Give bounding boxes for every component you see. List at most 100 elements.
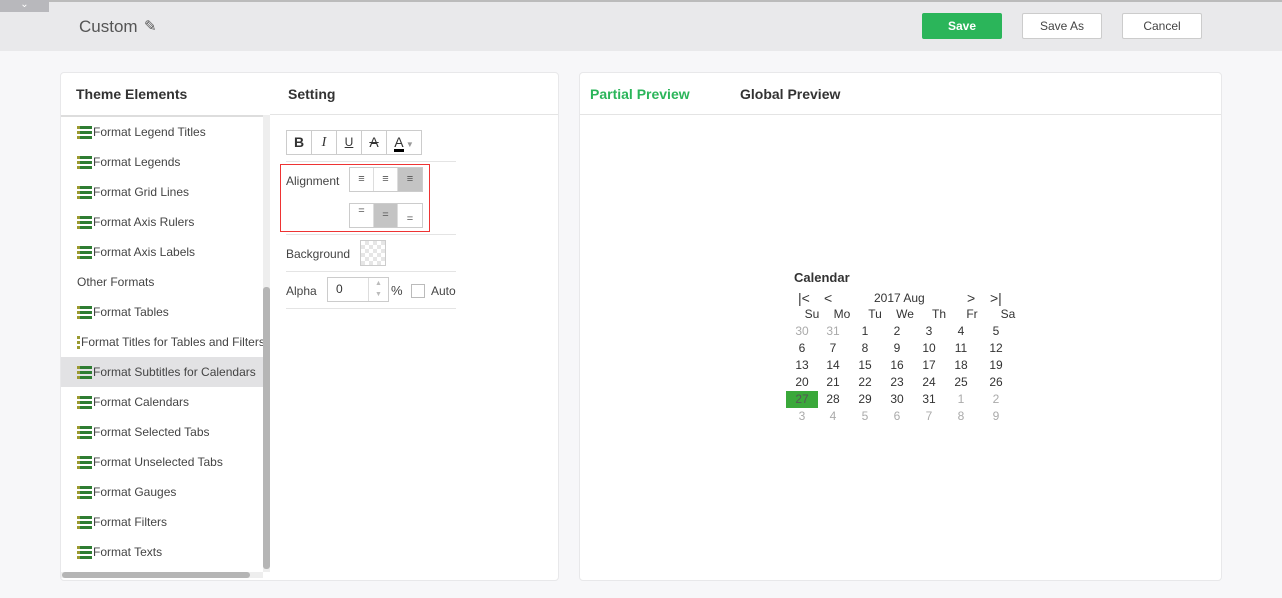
theme-element-item[interactable]: Format Selected Tabs (61, 417, 263, 447)
weekday-header: Mo (833, 307, 851, 321)
weekday-header: Th (931, 307, 946, 321)
save-as-button[interactable]: Save As (1022, 13, 1102, 39)
last-page-icon[interactable]: >| (990, 290, 1002, 306)
table-format-icon (77, 335, 80, 349)
calendar-date[interactable]: 23 (881, 374, 913, 391)
horizontal-scroll-thumb[interactable] (62, 572, 250, 578)
calendar-date[interactable]: 5 (980, 323, 1012, 340)
calendar-date[interactable]: 18 (945, 357, 977, 374)
item-label: Format Subtitles for Calendars (93, 365, 256, 379)
calendar-date[interactable]: 6 (786, 340, 818, 357)
item-label: Format Gauges (93, 485, 177, 499)
calendar-date[interactable]: 7 (817, 340, 849, 357)
calendar-date[interactable]: 25 (945, 374, 977, 391)
theme-element-item[interactable]: Format Axis Labels (61, 237, 263, 267)
calendar-date[interactable]: 16 (881, 357, 913, 374)
prev-month-icon[interactable]: < (824, 290, 832, 306)
collapse-toggle[interactable]: ⌄ (0, 0, 49, 12)
align-top-icon[interactable]: = (350, 204, 374, 227)
cancel-button[interactable]: Cancel (1122, 13, 1202, 39)
theme-element-item[interactable]: Format Tables (61, 297, 263, 327)
tab-partial-preview[interactable]: Partial Preview (590, 86, 690, 102)
calendar-date[interactable]: 10 (913, 340, 945, 357)
calendar-date[interactable]: 9 (980, 408, 1012, 425)
background-label: Background (286, 247, 351, 261)
first-page-icon[interactable]: |< (798, 290, 810, 306)
calendar-date[interactable]: 30 (881, 391, 913, 408)
vertical-scroll-thumb[interactable] (263, 287, 270, 569)
table-format-icon (77, 455, 92, 469)
theme-element-item[interactable]: Format Gauges (61, 477, 263, 507)
theme-element-item[interactable]: Format Grid Lines (61, 177, 263, 207)
theme-element-item[interactable]: Format Axis Rulers (61, 207, 263, 237)
theme-element-item[interactable]: Format Titles for Tables and Filters (61, 327, 263, 357)
theme-element-item[interactable]: Format Legends (61, 147, 263, 177)
save-button[interactable]: Save (922, 13, 1002, 39)
calendar-date[interactable]: 24 (913, 374, 945, 391)
calendar-date[interactable]: 1 (849, 323, 881, 340)
align-middle-icon[interactable]: = (374, 204, 398, 227)
calendar-date[interactable]: 31 (913, 391, 945, 408)
selected-date[interactable]: 27 (786, 391, 818, 408)
calendar-date[interactable]: 12 (980, 340, 1012, 357)
stepper-arrows-icon[interactable]: ▲ ▼ (368, 278, 388, 301)
alpha-stepper[interactable]: 0 ▲ ▼ (327, 277, 389, 302)
calendar-date[interactable]: 14 (817, 357, 849, 374)
item-label: Format Texts (93, 545, 163, 559)
bold-button[interactable]: B (287, 131, 312, 154)
caret-down-icon: ▼ (403, 140, 414, 149)
italic-button[interactable]: I (312, 131, 337, 154)
theme-element-item[interactable]: Format Calendars (61, 387, 263, 417)
underline-button[interactable]: U (337, 131, 362, 154)
pencil-icon[interactable]: ✎ (144, 17, 157, 35)
calendar-date[interactable]: 22 (849, 374, 881, 391)
calendar-date[interactable]: 3 (786, 408, 818, 425)
theme-element-item[interactable]: Format Filters (61, 507, 263, 537)
align-center-icon[interactable]: ≡ (374, 168, 398, 191)
calendar-date[interactable]: 4 (945, 323, 977, 340)
calendar-date[interactable]: 19 (980, 357, 1012, 374)
tab-global-preview[interactable]: Global Preview (740, 86, 840, 102)
align-right-icon[interactable]: ≡ (398, 168, 422, 191)
theme-element-item[interactable]: Format Unselected Tabs (61, 447, 263, 477)
strikethrough-button[interactable]: A (362, 131, 387, 154)
theme-element-item[interactable]: Format Legend Titles (61, 117, 263, 147)
table-format-icon (77, 485, 92, 499)
calendar-date[interactable]: 6 (881, 408, 913, 425)
calendar-date[interactable]: 17 (913, 357, 945, 374)
calendar-date[interactable]: 26 (980, 374, 1012, 391)
calendar-date[interactable]: 11 (945, 340, 977, 357)
item-label: Format Selected Tabs (93, 425, 210, 439)
calendar-date[interactable]: 13 (786, 357, 818, 374)
calendar-date[interactable]: 1 (945, 391, 977, 408)
calendar-date[interactable]: 2 (881, 323, 913, 340)
calendar-date[interactable]: 15 (849, 357, 881, 374)
calendar-date[interactable]: 3 (913, 323, 945, 340)
theme-element-item[interactable]: Other Formats (61, 267, 263, 297)
auto-checkbox[interactable] (411, 284, 425, 298)
calendar-date[interactable]: 31 (817, 323, 849, 340)
calendar-date[interactable]: 29 (849, 391, 881, 408)
calendar-date[interactable]: 30 (786, 323, 818, 340)
background-color-picker[interactable] (360, 240, 386, 266)
calendar-date[interactable]: 8 (849, 340, 881, 357)
align-bottom-icon[interactable]: = (398, 204, 422, 227)
calendar-date[interactable]: 28 (817, 391, 849, 408)
calendar-date[interactable]: 9 (881, 340, 913, 357)
calendar-title: Calendar (794, 270, 850, 285)
item-label: Format Filters (93, 515, 168, 529)
calendar-date[interactable]: 4 (817, 408, 849, 425)
next-month-icon[interactable]: > (967, 290, 975, 306)
calendar-date[interactable]: 5 (849, 408, 881, 425)
alpha-value[interactable]: 0 (328, 278, 368, 301)
font-color-button[interactable]: A ▼ (387, 131, 421, 154)
theme-element-item[interactable]: Format Texts (61, 537, 263, 567)
calendar-date[interactable]: 8 (945, 408, 977, 425)
calendar-date[interactable]: 2 (980, 391, 1012, 408)
theme-element-item[interactable]: Format Subtitles for Calendars (61, 357, 263, 387)
calendar-date[interactable]: 7 (913, 408, 945, 425)
align-left-icon[interactable]: ≡ (350, 168, 374, 191)
calendar-date[interactable]: 20 (786, 374, 818, 391)
calendar-date[interactable]: 21 (817, 374, 849, 391)
alignment-label: Alignment (286, 174, 340, 188)
